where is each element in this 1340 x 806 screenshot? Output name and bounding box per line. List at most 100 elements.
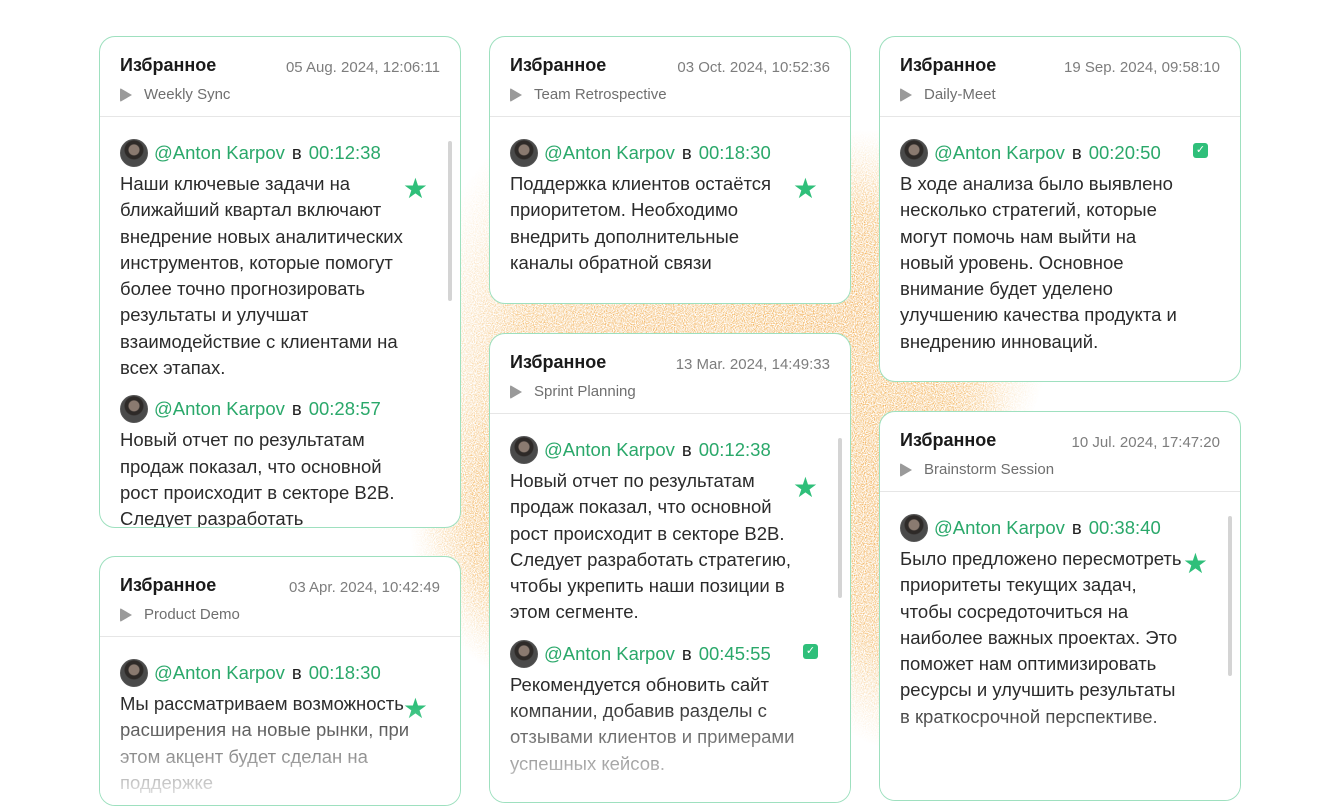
preposition: в — [681, 142, 692, 163]
favorite-card[interactable]: Избранное 03 Apr. 2024, 10:42:49 Product… — [99, 556, 461, 806]
timestamp-link[interactable]: 00:20:50 — [1089, 142, 1161, 164]
scrollbar[interactable] — [448, 141, 452, 301]
note-item: @Anton Karpov в 00:12:38 Новый отчет по … — [510, 436, 830, 626]
card-body[interactable]: @Anton Karpov в 00:12:38 Новый отчет по … — [490, 414, 850, 777]
play-icon — [900, 87, 912, 102]
avatar — [900, 139, 928, 167]
card-title: Избранное — [510, 352, 607, 372]
preposition: в — [291, 662, 302, 683]
favorite-card[interactable]: Избранное 10 Jul. 2024, 17:47:20 Brainst… — [879, 411, 1241, 801]
star-icon[interactable]: ★ — [1183, 550, 1208, 578]
note-text: Наши ключевые задачи на ближайший кварта… — [120, 173, 403, 379]
card-body[interactable]: @Anton Karpov в 00:20:50 В ходе анализа … — [880, 117, 1240, 355]
note-item: @Anton Karpov в 00:45:55 Рекомендуется о… — [510, 639, 830, 777]
card-body[interactable]: @Anton Karpov в 00:18:30 Мы рассматривае… — [100, 637, 460, 796]
meeting-name: Sprint Planning — [534, 383, 636, 400]
note-text: Поддержка клиентов остаётся приоритетом.… — [510, 173, 772, 273]
card-date: 13 Mar. 2024, 14:49:33 — [675, 356, 830, 373]
timestamp-link[interactable]: 00:18:30 — [309, 662, 381, 684]
favorite-card[interactable]: Избранное 03 Oct. 2024, 10:52:36 Team Re… — [489, 36, 851, 304]
favorite-card[interactable]: Избранное 05 Aug. 2024, 12:06:11 Weekly … — [99, 36, 461, 528]
meeting-link[interactable]: Brainstorm Session — [900, 461, 1054, 478]
favorite-card[interactable]: Избранное 19 Sep. 2024, 09:58:10 Daily-M… — [879, 36, 1241, 382]
meeting-name: Product Demo — [144, 606, 240, 623]
note-text: В ходе анализа было выявлено несколько с… — [900, 173, 1177, 352]
note-item: @Anton Karpov в 00:28:57 Новый отчет по … — [120, 395, 440, 528]
card-header: Избранное 03 Oct. 2024, 10:52:36 Team Re… — [490, 37, 850, 117]
author-link[interactable]: @Anton Karpov — [934, 517, 1065, 539]
card-title: Избранное — [900, 430, 997, 450]
play-icon — [900, 462, 912, 477]
meeting-name: Brainstorm Session — [924, 461, 1055, 478]
scrollbar[interactable] — [1228, 516, 1232, 676]
card-date: 05 Aug. 2024, 12:06:11 — [285, 59, 440, 76]
author-link[interactable]: @Anton Karpov — [934, 142, 1065, 164]
author-link[interactable]: @Anton Karpov — [544, 439, 675, 461]
checkbox-checked-icon[interactable]: ✓ — [803, 643, 818, 659]
preposition: в — [1071, 142, 1082, 163]
note-item: @Anton Karpov в 00:18:30 Поддержка клиен… — [510, 139, 830, 276]
favorite-card[interactable]: Избранное 13 Mar. 2024, 14:49:33 Sprint … — [489, 333, 851, 803]
card-body[interactable]: @Anton Karpov в 00:18:30 Поддержка клиен… — [490, 117, 850, 276]
preposition: в — [291, 142, 302, 163]
card-title: Избранное — [900, 55, 997, 75]
note-text: Рекомендуется обновить сайт компании, до… — [510, 673, 795, 774]
card-header: Избранное 03 Apr. 2024, 10:42:49 Product… — [100, 557, 460, 637]
play-icon — [510, 87, 522, 102]
meeting-link[interactable]: Team Retrospective — [510, 86, 667, 103]
scrollbar[interactable] — [838, 438, 842, 598]
note-text: Было предложено пересмотреть приоритеты … — [900, 548, 1182, 727]
card-title: Избранное — [120, 575, 217, 595]
star-icon[interactable]: ★ — [403, 175, 428, 203]
author-link[interactable]: @Anton Karpov — [154, 142, 285, 164]
checkbox-checked-icon[interactable]: ✓ — [1193, 143, 1208, 158]
card-header: Избранное 05 Aug. 2024, 12:06:11 Weekly … — [100, 37, 460, 117]
card-title: Избранное — [120, 55, 217, 75]
note-text: Мы рассматриваем возможность расширения … — [120, 693, 410, 793]
play-icon — [120, 607, 132, 622]
star-icon[interactable]: ★ — [403, 695, 428, 723]
note-item: @Anton Karpov в 00:20:50 В ходе анализа … — [900, 139, 1220, 355]
card-body[interactable]: @Anton Karpov в 00:38:40 Было предложено… — [880, 492, 1240, 730]
timestamp-link[interactable]: 00:12:38 — [699, 439, 771, 461]
author-link[interactable]: @Anton Karpov — [154, 662, 285, 684]
card-header: Избранное 10 Jul. 2024, 17:47:20 Brainst… — [880, 412, 1240, 492]
note-item: @Anton Karpov в 00:38:40 Было предложено… — [900, 514, 1220, 730]
star-icon[interactable]: ★ — [793, 474, 818, 502]
meeting-link[interactable]: Weekly Sync — [120, 86, 230, 103]
meeting-link[interactable]: Sprint Planning — [510, 383, 636, 400]
avatar — [510, 139, 538, 167]
preposition: в — [681, 642, 692, 664]
author-link[interactable]: @Anton Karpov — [154, 398, 285, 420]
author-link[interactable]: @Anton Karpov — [544, 643, 675, 665]
meeting-name: Team Retrospective — [534, 86, 667, 103]
card-header: Избранное 13 Mar. 2024, 14:49:33 Sprint … — [490, 334, 850, 414]
note-text: Новый отчет по результатам продаж показа… — [120, 429, 395, 528]
timestamp-link[interactable]: 00:38:40 — [1089, 517, 1161, 539]
note-text: Новый отчет по результатам продаж показа… — [510, 470, 792, 623]
meeting-link[interactable]: Daily-Meet — [900, 86, 996, 103]
meeting-link[interactable]: Product Demo — [120, 606, 240, 623]
star-icon[interactable]: ★ — [793, 175, 818, 203]
timestamp-link[interactable]: 00:12:38 — [309, 142, 381, 164]
author-link[interactable]: @Anton Karpov — [544, 142, 675, 164]
avatar — [120, 395, 148, 424]
note-item: @Anton Karpov в 00:12:38 Наши ключевые з… — [120, 139, 440, 381]
card-date: 03 Oct. 2024, 10:52:36 — [677, 59, 830, 76]
timestamp-link[interactable]: 00:28:57 — [309, 398, 381, 420]
timestamp-link[interactable]: 00:18:30 — [699, 142, 771, 164]
avatar — [510, 436, 538, 464]
card-date: 03 Apr. 2024, 10:42:49 — [289, 579, 440, 596]
play-icon — [510, 384, 522, 399]
play-icon — [120, 87, 132, 102]
card-body[interactable]: @Anton Karpov в 00:12:38 Наши ключевые з… — [100, 117, 460, 528]
avatar — [510, 639, 538, 668]
card-header: Избранное 19 Sep. 2024, 09:58:10 Daily-M… — [880, 37, 1240, 117]
avatar — [120, 139, 148, 167]
timestamp-link[interactable]: 00:45:55 — [699, 643, 771, 665]
avatar — [900, 514, 928, 542]
meeting-name: Weekly Sync — [144, 86, 231, 103]
note-item: @Anton Karpov в 00:18:30 Мы рассматривае… — [120, 659, 440, 796]
card-title: Избранное — [510, 55, 607, 75]
preposition: в — [291, 398, 302, 420]
